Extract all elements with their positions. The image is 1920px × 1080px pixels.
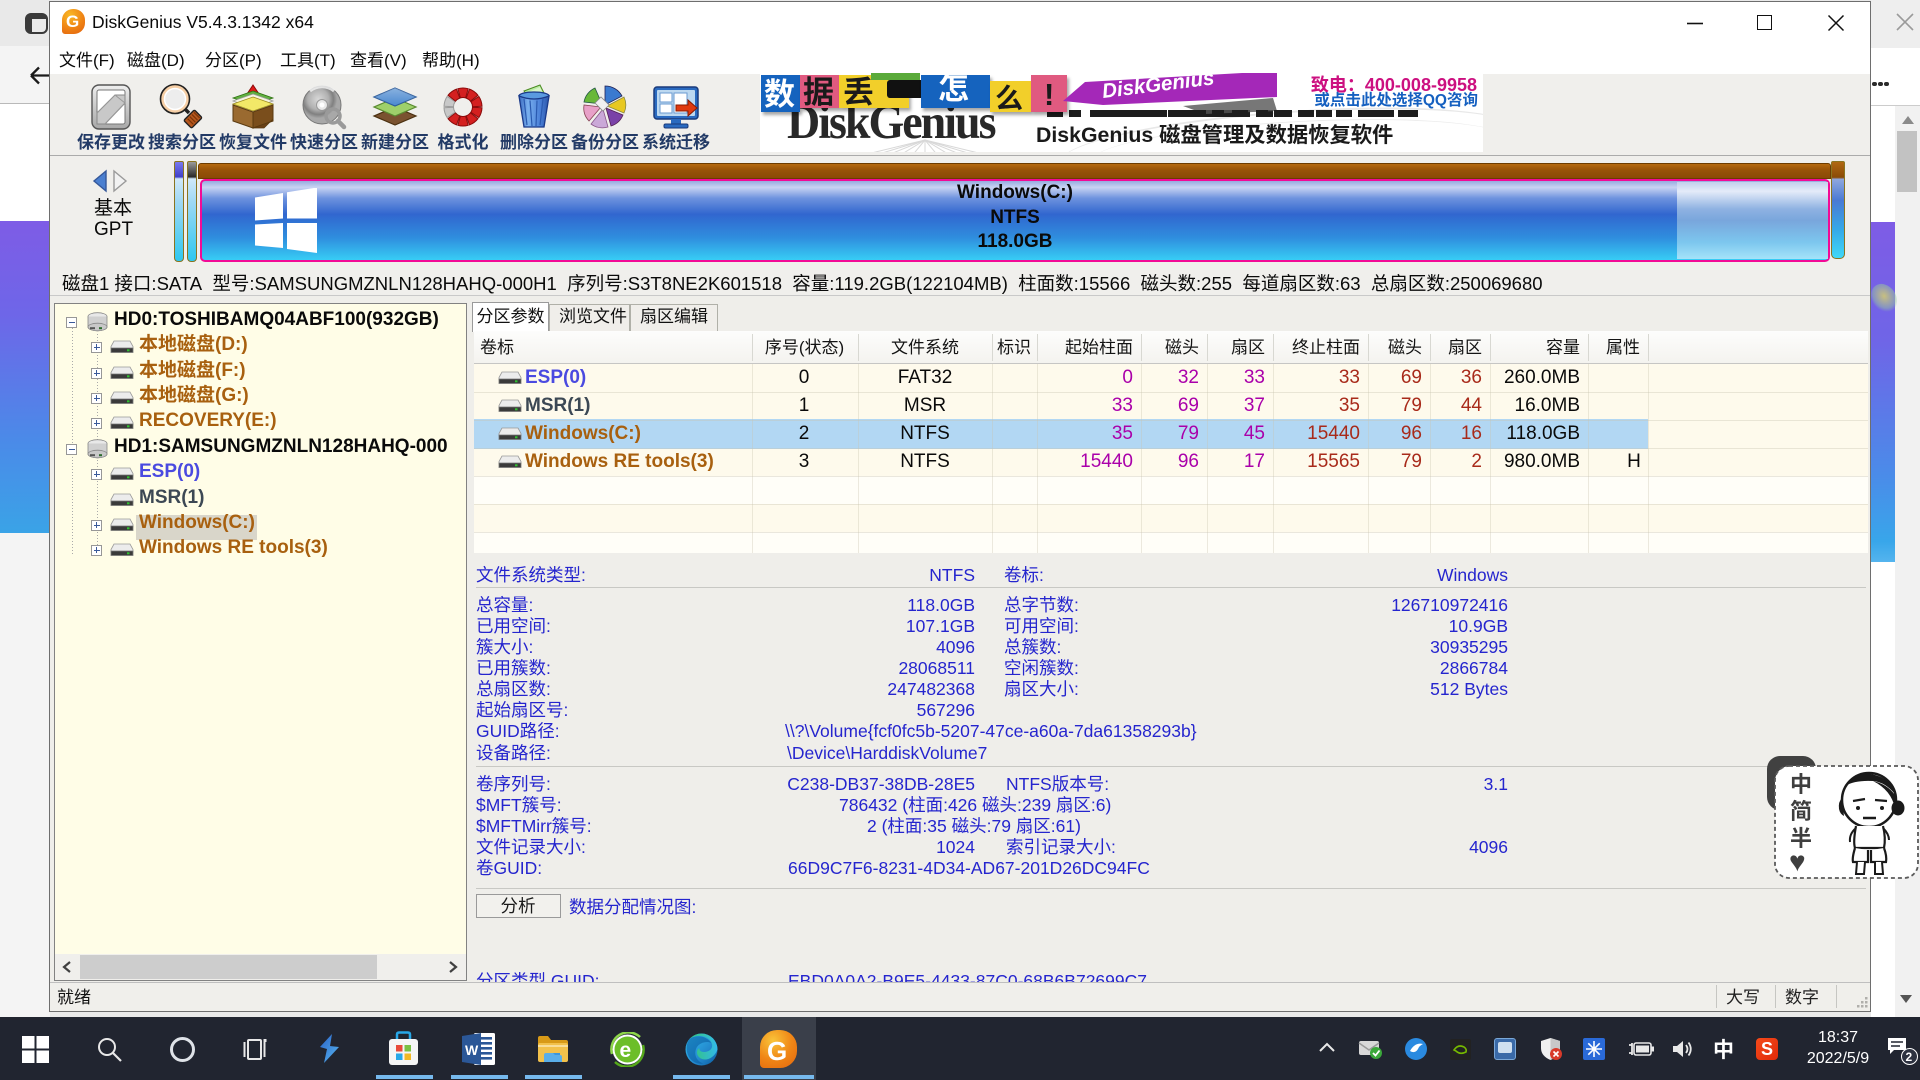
svg-text:e: e bbox=[620, 1039, 632, 1062]
svg-text:W: W bbox=[465, 1042, 479, 1058]
